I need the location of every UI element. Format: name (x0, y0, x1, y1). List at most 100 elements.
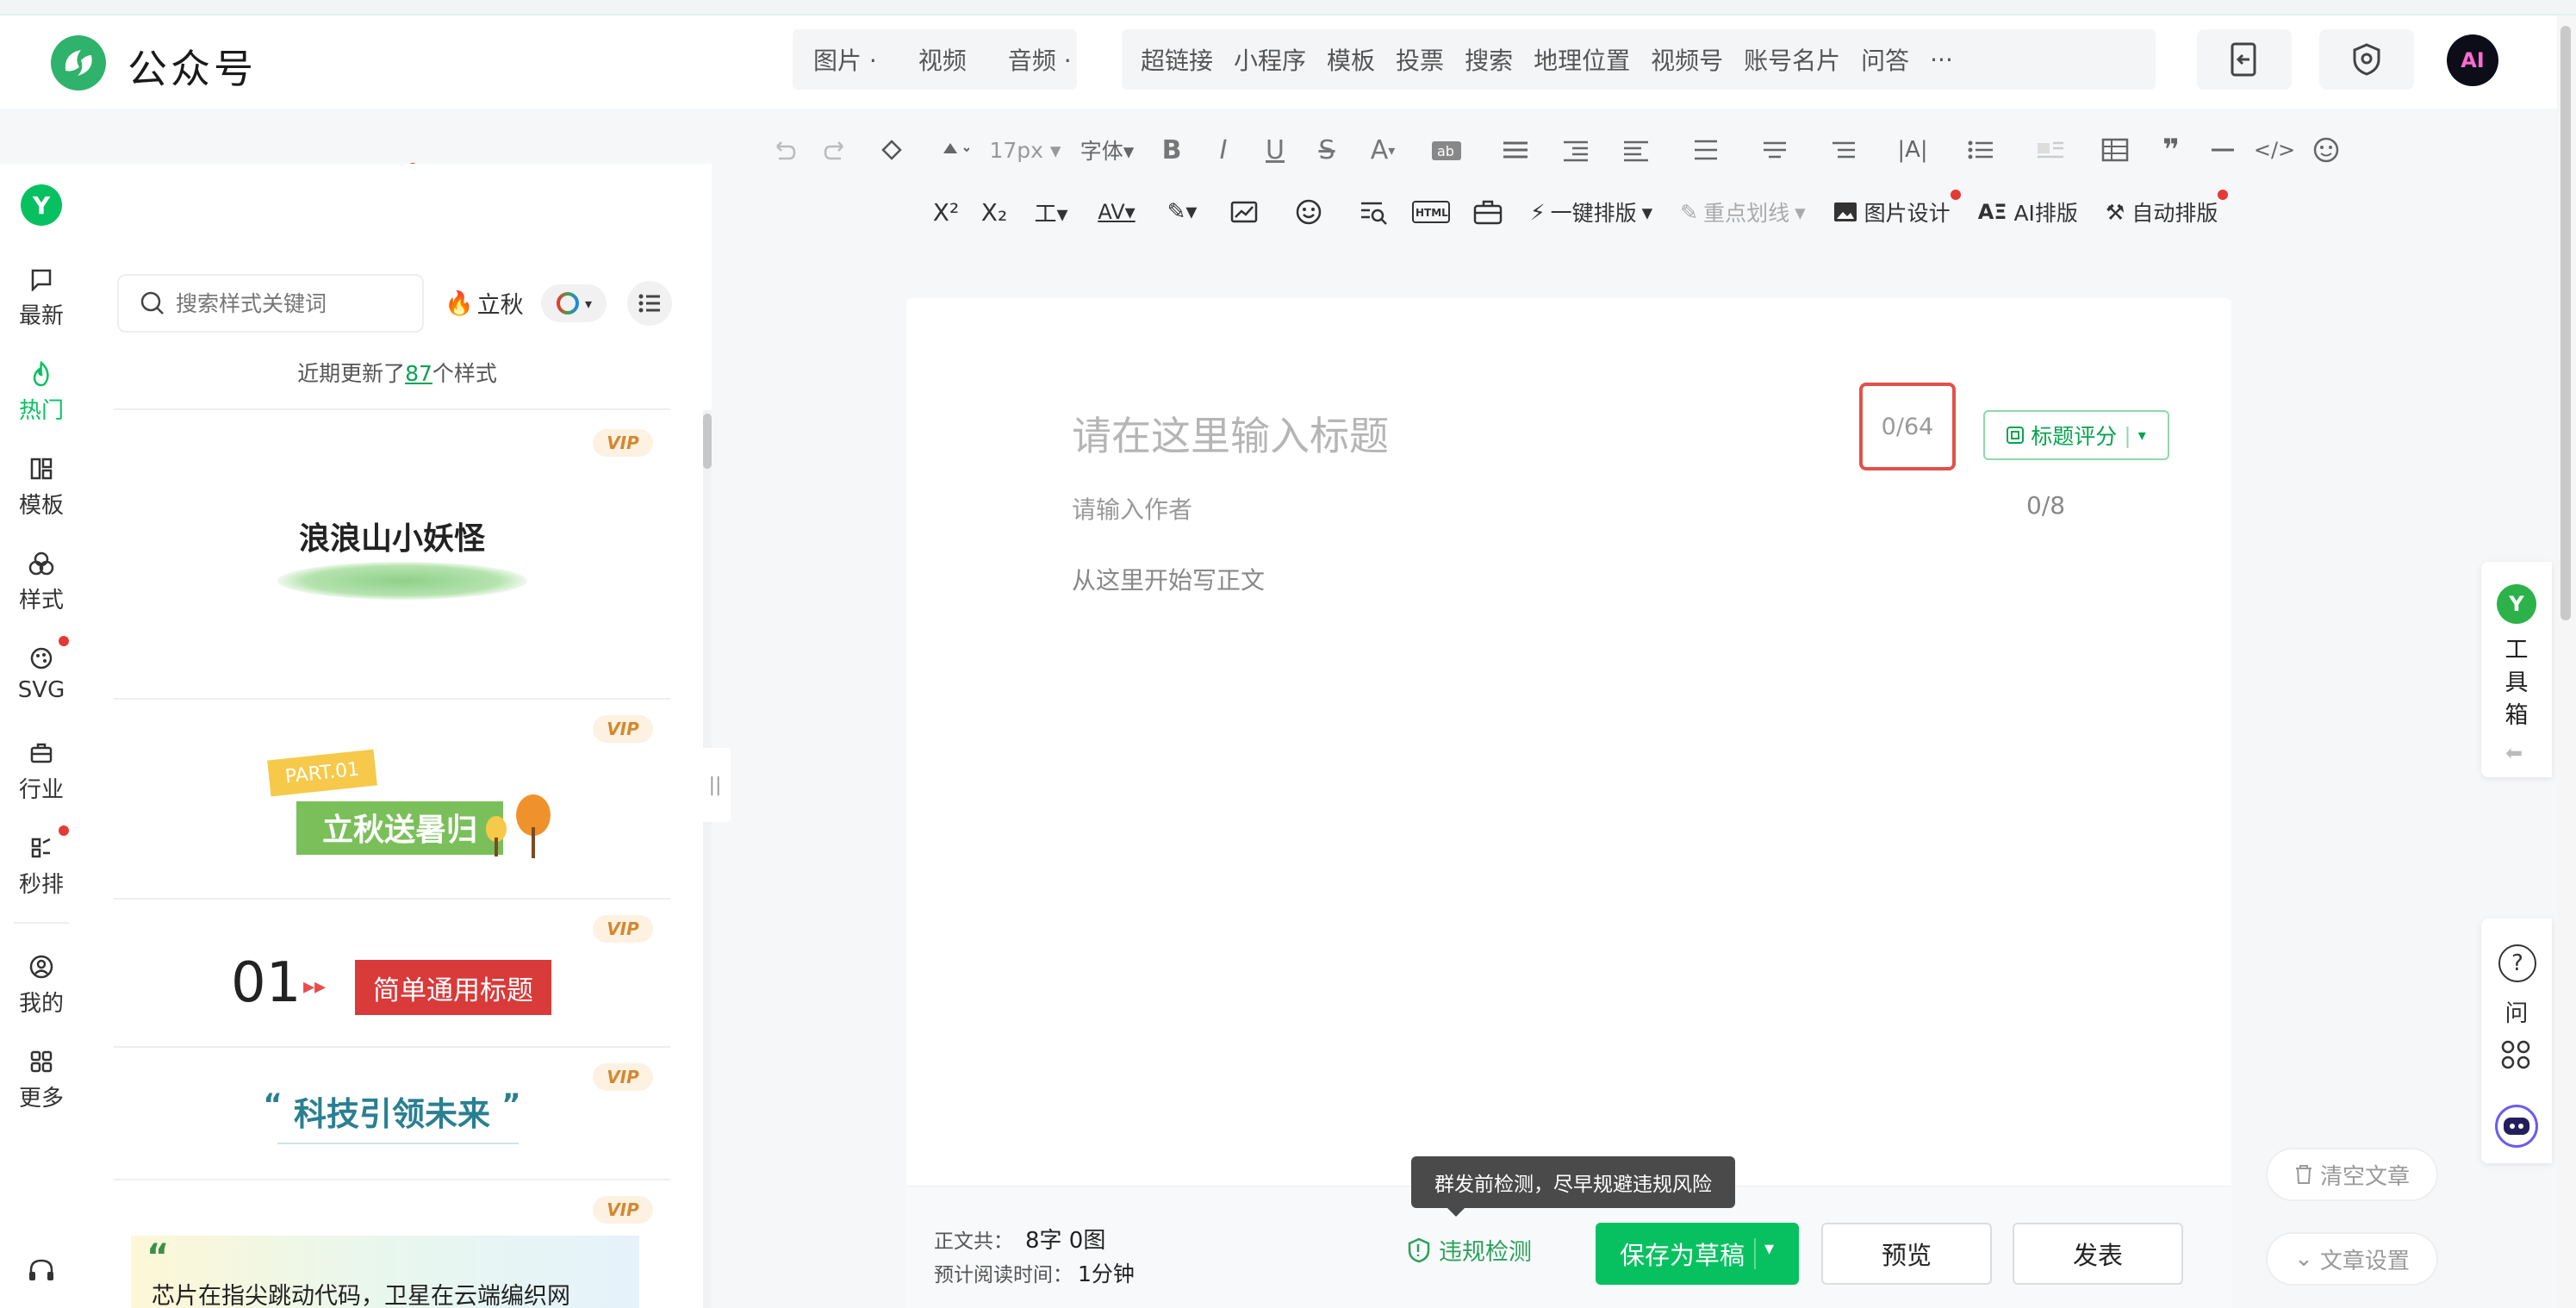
italic-icon[interactable]: I (1198, 135, 1249, 165)
headset-icon[interactable] (28, 1258, 55, 1284)
preview-button[interactable]: 预览 (1821, 1223, 1992, 1285)
violation-check-button[interactable]: 违规检测 (1408, 1233, 1532, 1267)
insert-template-button[interactable]: 模板 (1316, 42, 1385, 77)
recent-count-link[interactable]: 87 (405, 361, 432, 386)
char-spacing-icon[interactable]: AV▾ (1084, 200, 1149, 224)
help-icon[interactable]: ? (2498, 944, 2536, 982)
save-dropdown-icon[interactable]: ▾ (1764, 1238, 1774, 1260)
insert-location-button[interactable]: 地理位置 (1523, 42, 1640, 77)
bold-icon[interactable]: B (1146, 135, 1198, 165)
ai-layout-button[interactable]: AΞ AI排版 (1964, 196, 2092, 227)
media-audio-button[interactable]: 音频 · (987, 42, 1092, 77)
toolbox-side-panel[interactable]: Y 工 具 箱 ⬅ (2481, 562, 2552, 777)
chart-icon[interactable] (1215, 200, 1280, 224)
clear-format-icon[interactable] (922, 136, 982, 164)
insert-channels-button[interactable]: 视频号 (1640, 42, 1733, 77)
insert-link-button[interactable]: 超链接 (1130, 42, 1223, 77)
media-video-button[interactable]: 视频 (898, 42, 987, 77)
underline-icon[interactable]: U (1249, 135, 1301, 165)
style-card-3[interactable]: VIP 01 ▸▸ 简单通用标题 (114, 900, 670, 1048)
rail-item-latest[interactable]: 最新 (0, 264, 83, 330)
list-view-button[interactable] (627, 281, 672, 326)
paragraph-spacing-icon[interactable] (1740, 138, 1809, 162)
style-card-4[interactable]: VIP “ 科技引领未来 ” (114, 1048, 670, 1180)
subscript-icon[interactable]: X₂ (970, 198, 1018, 227)
indent-icon[interactable] (1551, 138, 1602, 162)
assistant-robot-icon[interactable] (2495, 1105, 2538, 1148)
style-card-1[interactable]: VIP 浪浪山小妖怪 (114, 410, 670, 700)
title-input[interactable]: 请在这里输入标题 (1072, 405, 1389, 462)
code-icon[interactable]: </> (2249, 138, 2300, 162)
magic-icon[interactable]: ✎▾ (1149, 199, 1215, 225)
html-icon[interactable]: HTML (1403, 201, 1459, 223)
panel-collapse-handle[interactable]: || (700, 748, 731, 822)
toolbox-icon[interactable] (1459, 199, 1516, 225)
divider-icon[interactable] (2197, 138, 2249, 162)
background-color-icon[interactable]: ab (1413, 138, 1482, 162)
letter-spacing-icon[interactable]: |A| (1878, 137, 1947, 163)
article-settings-button[interactable]: ⌄ 文章设置 (2266, 1232, 2438, 1286)
image-design-button[interactable]: 图片设计 (1820, 190, 1964, 227)
insert-card-button[interactable]: 账号名片 (1733, 42, 1851, 77)
quote-icon[interactable]: ❞ (2145, 133, 2197, 167)
rail-item-industry[interactable]: 行业 (0, 738, 83, 804)
style-panel: 🔥 立秋 ▾ 近期更新了87个样式 VIP 浪浪山小妖怪 VIP PART.01… (83, 164, 712, 1308)
insert-qa-button[interactable]: 问答 (1851, 42, 1920, 77)
body-input[interactable]: 从这里开始写正文 (1072, 562, 1265, 596)
undo-icon[interactable] (758, 138, 810, 162)
list-icon[interactable] (1947, 138, 2016, 162)
color-filter-button[interactable]: ▾ (541, 284, 607, 322)
align-icon[interactable] (1482, 138, 1551, 162)
one-click-layout-button[interactable]: ⚡ 一键排版 ▾ (1516, 196, 1666, 227)
superscript-icon[interactable]: X² (922, 198, 970, 227)
redo-icon[interactable] (810, 138, 862, 162)
rail-item-template[interactable]: 模板 (0, 453, 83, 520)
table-icon[interactable] (2085, 138, 2145, 162)
save-draft-button[interactable]: 保存为草稿 ▾ (1596, 1223, 1799, 1285)
find-replace-icon[interactable] (1346, 199, 1403, 225)
style-search-input[interactable] (176, 290, 400, 316)
title-char-count: 0/64 (1859, 383, 1956, 470)
media-image-button[interactable]: 图片 · (793, 42, 898, 77)
auto-layout-button[interactable]: ⚒ 自动排版 (2092, 190, 2231, 227)
outdent-icon[interactable] (1602, 138, 1671, 162)
hot-tag-liqiu[interactable]: 🔥 立秋 (445, 286, 524, 320)
font-color-icon[interactable]: A ▾ (1353, 135, 1413, 165)
insert-vote-button[interactable]: 投票 (1385, 42, 1454, 77)
title-score-button[interactable]: 标题评分 | ▾ (1983, 410, 2169, 460)
clear-article-button[interactable]: 清空文章 (2266, 1148, 2438, 1201)
page-scrollbar[interactable] (2560, 26, 2571, 620)
text-height-icon[interactable]: 工▾ (1018, 196, 1084, 228)
line-spacing-icon[interactable] (1671, 138, 1740, 162)
margin-icon[interactable] (1809, 138, 1878, 162)
style-card-5[interactable]: VIP “ 芯片在指尖跳动代码，卫星在云端编织网 (114, 1180, 670, 1308)
rail-item-svg[interactable]: SVG (0, 636, 83, 703)
insert-miniprogram-button[interactable]: 小程序 (1223, 42, 1316, 77)
panel-scrollbar[interactable] (703, 414, 712, 469)
import-doc-button[interactable] (2197, 29, 2292, 90)
style-search-box[interactable] (117, 274, 424, 333)
font-family-select[interactable]: 字体▾ (1068, 134, 1146, 165)
user-avatar[interactable]: AI (2447, 34, 2498, 86)
rail-item-quick[interactable]: 秒排 (0, 825, 83, 899)
rail-item-style[interactable]: 样式 (0, 548, 83, 614)
grass-brush-decoration (277, 562, 527, 600)
emoji-icon[interactable] (2300, 136, 2352, 164)
sticker-icon[interactable] (1280, 199, 1346, 225)
security-button[interactable] (2319, 29, 2414, 90)
font-size-select[interactable]: 17px ▾ (982, 138, 1068, 163)
apps-icon[interactable] (2500, 1039, 2531, 1070)
author-input[interactable]: 请输入作者 (1072, 491, 1192, 526)
insert-more-button[interactable]: ··· (1920, 46, 1963, 74)
rail-item-hot[interactable]: 热门 (0, 358, 83, 425)
style-card-2[interactable]: VIP PART.01 立秋送暑归 (114, 700, 670, 900)
insert-search-button[interactable]: 搜索 (1454, 42, 1523, 77)
rail-item-more[interactable]: 更多 (0, 1046, 83, 1112)
highlight-line-button[interactable]: ✎ 重点划线 ▾ (1666, 196, 1820, 227)
brand-y-icon[interactable]: Y (21, 184, 62, 226)
strikethrough-icon[interactable]: S (1301, 135, 1353, 165)
float-icon[interactable] (2016, 138, 2085, 162)
rail-item-mine[interactable]: 我的 (0, 951, 83, 1018)
format-painter-icon[interactable] (862, 136, 922, 164)
publish-button[interactable]: 发表 (2013, 1223, 2183, 1285)
